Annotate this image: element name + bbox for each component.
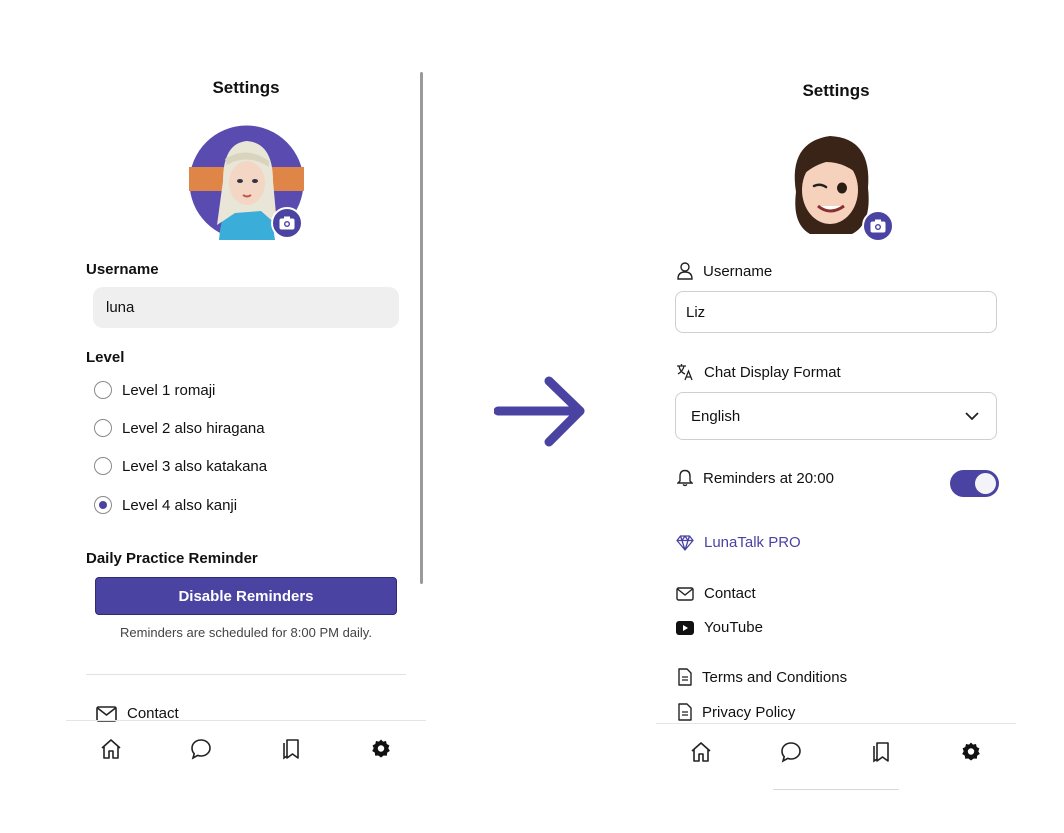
reminder-note: Reminders are scheduled for 8:00 PM dail… [120,625,372,640]
mail-icon [676,586,694,601]
level-option-label: Level 1 romaji [122,381,216,399]
level-option-label: Level 3 also katakana [122,457,268,475]
level-option-1[interactable]: Level 1 romaji [94,381,215,399]
format-label-row: Chat Display Format [676,363,841,381]
chat-icon[interactable] [189,737,213,761]
camera-icon[interactable] [862,210,894,242]
pro-label: LunaTalk PRO [704,534,801,551]
user-icon [677,262,693,280]
radio-button-selected[interactable] [94,496,112,514]
level-option-label: Level 4 also kanji [122,496,238,514]
disable-reminders-button[interactable]: Disable Reminders [95,577,397,615]
bookmarks-icon[interactable] [869,740,893,764]
level-option-2[interactable]: Level 2 also hiragana [94,419,265,437]
diamond-icon [676,534,694,551]
username-input[interactable]: Liz [675,291,997,333]
youtube-label: YouTube [704,619,763,636]
radio-button[interactable] [94,419,112,437]
privacy-label: Privacy Policy [702,703,796,721]
document-icon [678,703,692,721]
username-label-row: Username [677,262,772,280]
level-option-4[interactable]: Level 4 also kanji [94,496,237,514]
username-input[interactable]: luna [93,287,399,328]
avatar[interactable] [782,132,898,244]
radio-button[interactable] [94,381,112,399]
bell-icon [677,469,693,487]
home-icon[interactable] [99,737,123,761]
level-option-label: Level 2 also hiragana [122,419,265,437]
chat-icon[interactable] [779,740,803,764]
page-title: Settings [212,78,280,97]
pro-link[interactable]: LunaTalk PRO [676,534,801,551]
home-icon[interactable] [689,740,713,764]
format-value: English [691,408,741,425]
terms-label: Terms and Conditions [702,668,848,686]
username-label: Username [703,262,773,280]
contact-link[interactable]: Contact [676,585,756,602]
settings-icon[interactable] [369,737,393,761]
arrow-right-icon [494,376,585,447]
nav-divider [66,720,426,721]
youtube-icon [676,620,694,635]
radio-button[interactable] [94,457,112,475]
level-option-3[interactable]: Level 3 also katakana [94,457,267,475]
settings-icon[interactable] [959,740,983,764]
username-value: Liz [686,304,706,321]
username-value: luna [106,299,135,316]
page-title: Settings [802,81,870,100]
home-indicator [773,789,899,790]
camera-icon[interactable] [271,207,303,239]
reminders-row: Reminders at 20:00 [677,469,834,487]
avatar[interactable] [189,125,304,240]
scrollbar[interactable] [420,72,423,584]
privacy-link[interactable]: Privacy Policy [678,703,795,721]
reminders-toggle[interactable] [950,470,999,497]
nav-divider [656,723,1016,724]
translate-icon [677,364,693,381]
level-label: Level [86,349,125,366]
document-icon [678,668,692,686]
contact-label: Contact [704,585,756,602]
terms-link[interactable]: Terms and Conditions [678,668,847,686]
reminders-label: Reminders at 20:00 [703,469,834,487]
format-label: Chat Display Format [704,363,841,381]
reminder-label: Daily Practice Reminder [86,550,258,567]
username-label: Username [86,261,159,278]
chevron-down-icon [965,412,979,421]
bookmarks-icon[interactable] [279,737,303,761]
format-select[interactable]: English [675,392,997,440]
youtube-link[interactable]: YouTube [676,619,763,636]
divider [86,674,406,675]
toggle-knob [975,473,996,494]
